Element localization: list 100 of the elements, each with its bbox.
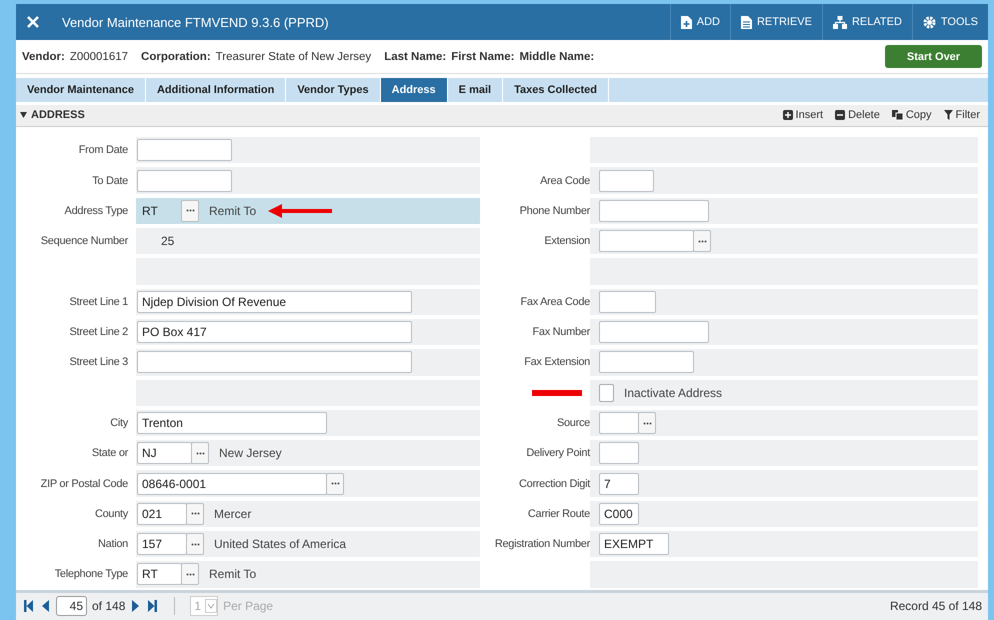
input-field[interactable] [599,412,639,434]
field-label: City [109,416,130,431]
input-field[interactable]: Trenton [137,412,327,434]
lookup-button[interactable] [181,200,199,222]
key-label: Corporation: [141,50,211,63]
field-description: Mercer [214,506,252,521]
window-title: Vendor Maintenance FTMVEND 9.3.6 (PPRD) [62,14,329,30]
input-field[interactable]: RT [137,563,182,586]
per-page-label: Per Page [223,599,274,614]
lookup-button[interactable] [191,442,209,464]
input-field[interactable]: 021 [137,502,187,525]
field-description: Remit To [209,567,256,582]
tab[interactable]: E mail [448,78,504,102]
input-field[interactable] [599,200,709,222]
field-label: State or [90,446,130,462]
key-label: Vendor: [22,50,65,63]
lookup-button[interactable] [186,502,204,525]
delete-button[interactable]: Delete [831,109,884,122]
lookup-button[interactable] [326,472,344,495]
field-label: County [94,506,130,522]
field-label: Telephone Type [54,567,129,582]
copy-icon [892,110,903,120]
previous-page-icon[interactable] [40,600,51,612]
lookup-button[interactable] [181,563,199,586]
related-button[interactable]: RELATED [822,4,912,40]
retrieve-button[interactable]: RETRIEVE [730,4,822,40]
ellipsis-icon [642,422,652,424]
input-field[interactable]: 157 [137,533,187,556]
first-page-icon[interactable] [22,600,35,612]
input-field[interactable] [137,170,232,192]
lookup-button[interactable] [186,533,204,556]
ellipsis-icon [186,209,194,212]
field-label: Fax Number [532,326,590,338]
tools-button[interactable]: TOOLS [912,4,988,40]
ellipsis-icon [190,542,200,546]
field-label: From Date [78,143,129,158]
field-description: Remit To [209,204,256,218]
input-field[interactable] [137,351,412,374]
field-value: 25 [160,234,174,248]
input-field[interactable]: NJ [137,442,192,464]
key-value: Treasurer State of New Jersey [216,50,372,63]
field-label: ZIP or Postal Code [40,476,129,492]
insert-button[interactable]: Insert [778,109,828,122]
input-field[interactable]: C000 [599,502,639,525]
field-label: Street Line 3 [68,355,129,370]
input-field[interactable] [137,139,232,162]
input-field[interactable]: 08646-0001 [137,472,327,495]
input-field[interactable] [599,290,656,313]
start-over-button[interactable]: Start Over [885,45,982,68]
input-field[interactable] [599,351,694,374]
caret-icon [205,599,218,614]
input-field[interactable]: EXEMPT [599,533,669,556]
add-button[interactable]: ADD [670,4,730,40]
tab[interactable]: Additional Information [146,78,286,102]
filter-button[interactable]: Filter [940,109,984,122]
field-label: Fax Area Code [520,296,590,308]
field-description: United States of America [214,537,346,552]
field-label: Area Code [540,174,590,187]
field-label: Registration Number [494,538,590,550]
page-count: of 148 [92,599,126,614]
annotation-mark [532,390,582,396]
field-label: Delivery Point [526,447,590,460]
input-field[interactable]: 7 [599,472,639,495]
ellipsis-icon [186,572,194,576]
input-field[interactable]: Njdep Division Of Revenue [137,290,412,313]
lookup-button[interactable] [693,230,711,252]
field-description: New Jersey [219,446,282,460]
input-field[interactable]: PO Box 417 [137,321,412,344]
collapse-icon[interactable] [20,112,27,118]
field-label: Source [556,417,590,429]
page-field[interactable]: 45 [56,596,87,616]
ellipsis-icon [196,452,204,455]
field-label: Street Line 2 [68,325,129,340]
input-field[interactable] [599,230,694,252]
arrow-icon [268,204,332,218]
input-field[interactable]: RT [137,200,182,222]
checkbox-label: Inactivate Address [624,386,722,400]
tab[interactable]: Vendor Maintenance [16,78,146,102]
input-field[interactable] [599,170,654,192]
hierarchy-icon [832,16,847,28]
add-document-icon [680,16,692,28]
tab[interactable]: Taxes Collected [503,78,610,102]
input-field[interactable] [599,442,639,464]
filter-icon [944,110,953,120]
next-page-icon[interactable] [130,600,142,612]
gear-icon [922,16,936,28]
field-label: Phone Number [520,204,590,217]
field-label: Street Line 1 [68,294,129,310]
last-page-icon[interactable] [146,600,160,612]
input-field[interactable] [599,321,709,344]
tab[interactable]: Address [380,78,448,102]
field-label: Carrier Route [528,508,590,520]
field-label: Address Type [64,204,129,219]
checkbox[interactable] [599,384,614,402]
ellipsis-icon [190,512,200,516]
ellipsis-icon [330,482,340,486]
record-count: Record 45 of 148 [890,599,982,614]
copy-button[interactable]: Copy [888,109,936,122]
lookup-button[interactable] [638,412,656,434]
field-label: Correction Digit [518,478,590,490]
